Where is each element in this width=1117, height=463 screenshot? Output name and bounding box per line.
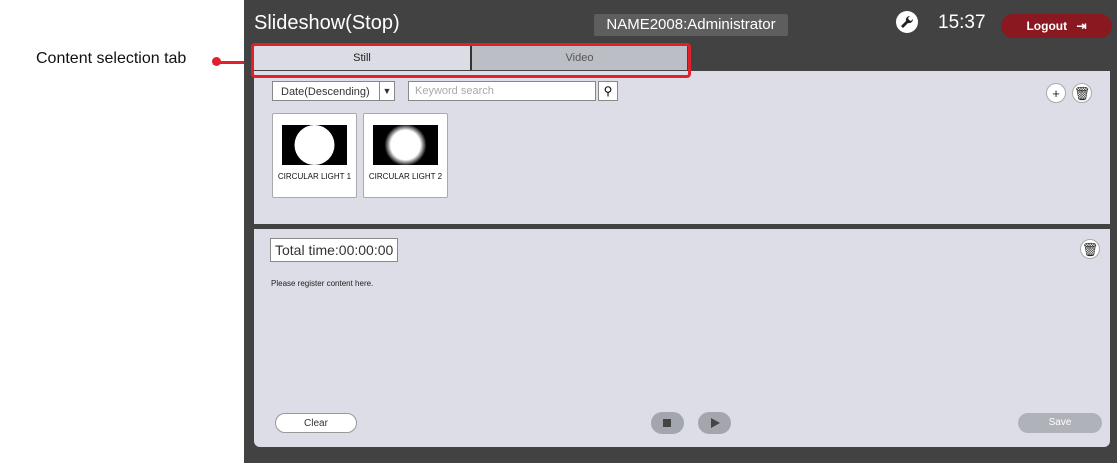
add-content-button[interactable]: + — [1046, 83, 1066, 103]
logout-label: Logout — [1026, 19, 1068, 33]
trash-icon: 🗑 — [1073, 86, 1091, 101]
search-button[interactable]: ⚲ — [598, 81, 618, 101]
play-icon — [711, 418, 720, 428]
register-hint: Please register content here. — [271, 279, 374, 288]
circular-light-thumbnail — [282, 125, 347, 165]
content-item[interactable]: CIRCULAR LIGHT 2 — [363, 113, 448, 198]
plus-icon: + — [1052, 86, 1060, 101]
clock: 15:37 — [938, 12, 986, 33]
content-panel: Date(Descending) ▼ ⚲ + 🗑 CIRCULAR LIGHT … — [254, 71, 1110, 224]
logout-icon: ⇥ — [1076, 19, 1087, 33]
content-item[interactable]: CIRCULAR LIGHT 1 — [272, 113, 357, 198]
playlist-panel: Total time:00:00:00 🗑 Please register co… — [254, 229, 1110, 447]
search-icon: ⚲ — [603, 84, 613, 98]
keyword-search-input[interactable] — [408, 81, 596, 101]
play-button[interactable] — [698, 412, 731, 434]
stop-button[interactable] — [651, 412, 684, 434]
delete-playlist-button[interactable]: 🗑 — [1080, 239, 1100, 259]
clear-button[interactable]: Clear — [275, 413, 357, 433]
stop-icon — [663, 419, 671, 427]
save-button[interactable]: Save — [1018, 413, 1102, 433]
page-title: Slideshow(Stop) — [254, 12, 400, 34]
chevron-down-icon: ▼ — [379, 82, 394, 100]
content-item-name: CIRCULAR LIGHT 2 — [368, 172, 443, 181]
content-item-name: CIRCULAR LIGHT 1 — [277, 172, 352, 181]
callout-label: Content selection tab — [36, 50, 187, 67]
circular-light-thumbnail — [373, 125, 438, 165]
trash-icon: 🗑 — [1081, 242, 1099, 257]
tab-highlight-box — [251, 43, 691, 78]
callout-dot — [212, 57, 221, 66]
wrench-icon[interactable] — [896, 11, 918, 33]
total-time: Total time:00:00:00 — [270, 238, 399, 262]
header: Slideshow(Stop) NAME2008:Administrator 1… — [244, 0, 1117, 46]
delete-content-button[interactable]: 🗑 — [1072, 83, 1092, 103]
sort-select[interactable]: Date(Descending) ▼ — [272, 81, 395, 101]
logout-button[interactable]: Logout ⇥ — [1001, 14, 1112, 38]
user-badge: NAME2008:Administrator — [594, 14, 788, 36]
sort-value: Date(Descending) — [281, 86, 370, 98]
